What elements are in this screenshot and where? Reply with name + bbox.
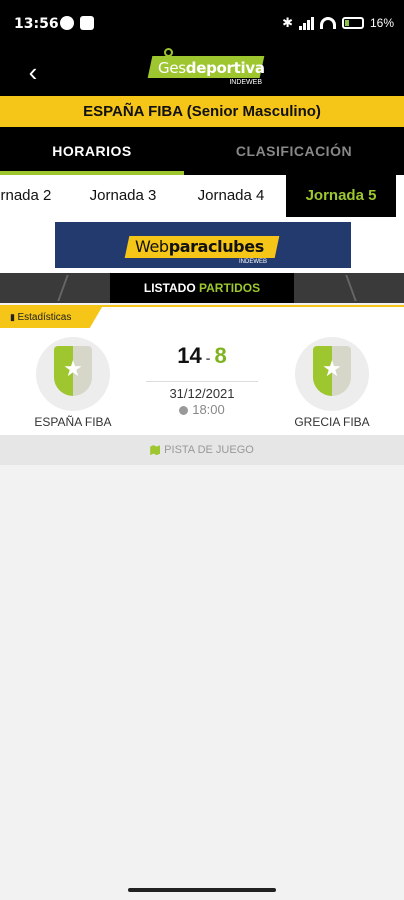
gesdeportiva-logo: Gesdeportiva INDEWEB — [147, 48, 265, 88]
listado-title: LISTADO PARTIDOS — [110, 273, 294, 303]
banner-subtext: INDEWEB — [239, 259, 268, 265]
court-line-decoration — [57, 275, 89, 301]
jornada-item-3[interactable]: Jornada 3 — [70, 175, 176, 217]
battery-level: 16% — [369, 16, 394, 30]
status-bar: 13:56 ✱ 16% — [0, 0, 404, 50]
shield-icon: ★ — [54, 346, 92, 396]
notification-icons — [60, 16, 94, 30]
competition-title: ESPAÑA FIBA (Senior Masculino) — [0, 96, 404, 127]
match-card[interactable]: ▮ Estadísticas ★ ESPAÑA FIBA 14-8 31/12/… — [0, 305, 404, 435]
away-team-crest: ★ — [295, 337, 369, 411]
tab-clasificacion[interactable]: CLASIFICACIÓN — [184, 127, 404, 175]
app-notification-icon — [80, 16, 94, 30]
score-separator: - — [205, 350, 211, 366]
home-score: 14 — [177, 343, 202, 368]
shield-icon: ★ — [313, 346, 351, 396]
app-bar: ‹ Gesdeportiva INDEWEB — [0, 48, 404, 96]
tab-bar: HORARIOS CLASIFICACIÓN — [0, 127, 404, 175]
away-team-name: GRECIA FIBA — [294, 415, 370, 429]
chevron-left-icon: ‹ — [28, 57, 38, 87]
home-indicator[interactable] — [128, 888, 276, 892]
listado-header: LISTADO PARTIDOS — [0, 273, 404, 303]
logo-subtext: INDEWEB — [229, 79, 262, 86]
logo-text: Gesdeportiva — [158, 59, 265, 77]
match-score: 14-8 — [146, 343, 258, 369]
home-team-name: ESPAÑA FIBA — [34, 415, 112, 429]
bluetooth-icon: ✱ — [282, 15, 293, 30]
venue-label: PISTA DE JUEGO — [164, 444, 254, 456]
app-notification-icon — [60, 16, 74, 30]
match-date: 31/12/2021 — [146, 381, 258, 401]
jornada-selector: Jornada 2 Jornada 3 Jornada 4 Jornada 5 — [0, 175, 404, 217]
home-team-crest: ★ — [36, 337, 110, 411]
star-icon: ★ — [322, 356, 342, 381]
signal-icon — [298, 16, 314, 30]
wifi-icon — [319, 17, 336, 29]
back-button[interactable]: ‹ — [18, 57, 48, 87]
status-right: ✱ 16% — [282, 15, 394, 31]
star-icon: ★ — [63, 356, 83, 381]
map-icon — [150, 445, 161, 456]
away-score: 8 — [214, 343, 227, 368]
battery-icon — [341, 17, 364, 29]
webparaclubes-banner[interactable]: Webparaclubes INDEWEB — [55, 222, 351, 268]
tab-horarios[interactable]: HORARIOS — [0, 127, 184, 175]
status-time: 13:56 — [14, 16, 59, 32]
venue-button[interactable]: PISTA DE JUEGO — [0, 435, 404, 465]
clock-icon — [179, 406, 189, 416]
jornada-item-5[interactable]: Jornada 5 — [286, 175, 396, 217]
court-line-decoration — [325, 275, 357, 301]
jornada-item-4[interactable]: Jornada 4 — [176, 175, 286, 217]
jornada-item-2[interactable]: Jornada 2 — [0, 175, 70, 217]
match-time: 18:00 — [146, 402, 258, 417]
stats-button[interactable]: ▮ Estadísticas — [0, 307, 102, 328]
home-team: ★ ESPAÑA FIBA — [25, 337, 121, 429]
away-team: ★ GRECIA FIBA — [284, 337, 380, 429]
banner-text: Webparaclubes — [135, 237, 264, 256]
banner-area: Webparaclubes INDEWEB — [0, 217, 404, 273]
